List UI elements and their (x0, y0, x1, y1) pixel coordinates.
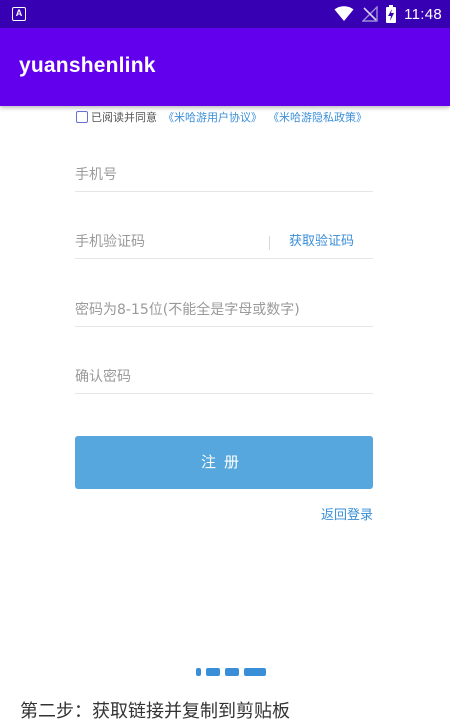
verification-code-field[interactable]: 手机验证码 获取验证码 (75, 225, 373, 259)
field-divider (269, 236, 270, 250)
phone-field[interactable]: 手机号 (75, 158, 373, 192)
status-bar: A 11:48 (0, 0, 450, 28)
get-code-button[interactable]: 获取验证码 (289, 225, 354, 259)
partial-logo (196, 668, 286, 676)
password-field[interactable]: 密码为8-15位(不能全是字母或数字) (75, 293, 373, 327)
wifi-icon (334, 6, 354, 21)
privacy-policy-link[interactable]: 《米哈游隐私政策》 (268, 109, 367, 125)
step-caption: 第二步：获取链接并复制到剪贴板 (20, 701, 290, 722)
battery-charging-icon (386, 5, 397, 23)
app-bar: yuanshenlink (0, 28, 450, 106)
confirm-password-placeholder: 确认密码 (75, 369, 131, 385)
webview-content: 已阅读并同意 《米哈游用户协议》 《米哈游隐私政策》 手机号 手机验证码 获取验… (0, 106, 450, 726)
app-title: yuanshenlink (19, 54, 156, 77)
agree-text: 已阅读并同意 (91, 111, 157, 124)
no-signal-icon (362, 6, 378, 22)
agree-checkbox[interactable] (76, 111, 88, 123)
register-button[interactable]: 注册 (75, 436, 373, 489)
status-time: 11:48 (404, 5, 442, 23)
back-to-login-link[interactable]: 返回登录 (321, 504, 373, 523)
confirm-password-field[interactable]: 确认密码 (75, 360, 373, 394)
phone-placeholder: 手机号 (75, 167, 117, 183)
agreement-row: 已阅读并同意 《米哈游用户协议》 《米哈游隐私政策》 (76, 108, 367, 126)
status-icons: 11:48 (334, 4, 442, 24)
app-notification-icon: A (12, 7, 26, 21)
user-agreement-link[interactable]: 《米哈游用户协议》 (163, 109, 262, 125)
password-placeholder: 密码为8-15位(不能全是字母或数字) (75, 302, 300, 318)
code-placeholder: 手机验证码 (75, 234, 145, 250)
